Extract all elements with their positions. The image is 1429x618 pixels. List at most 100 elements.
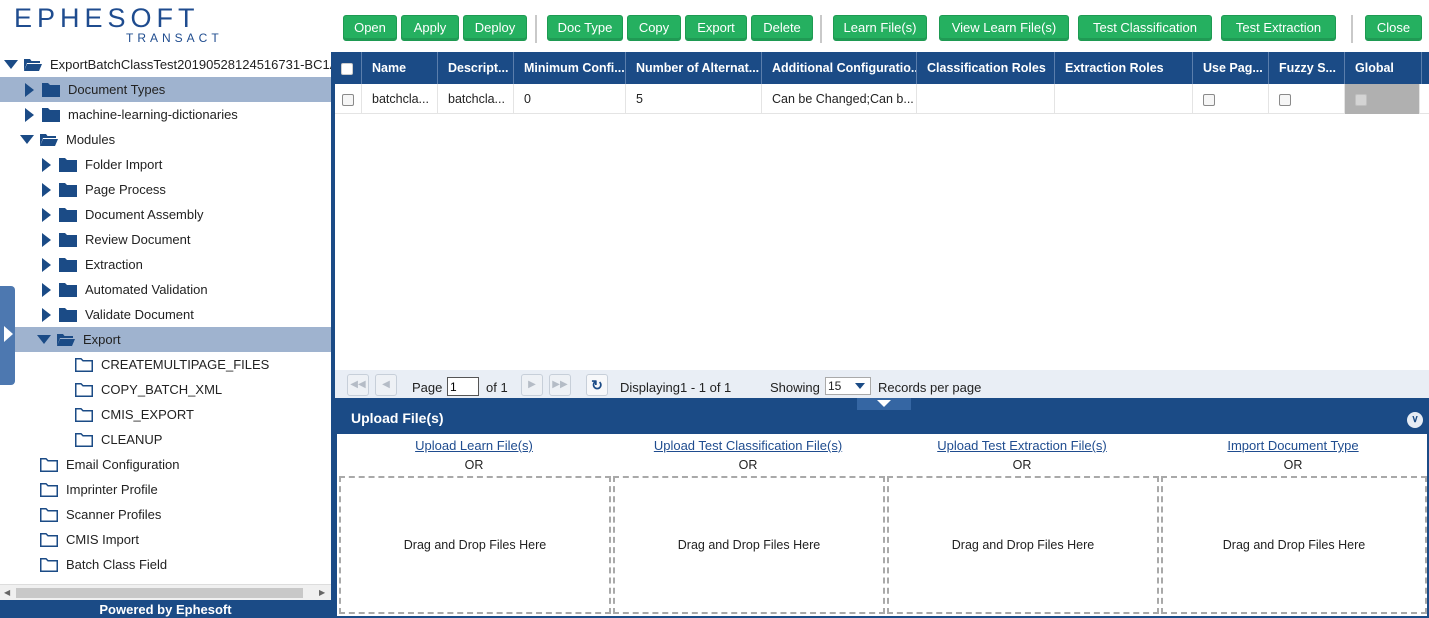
expand-right-icon[interactable] (39, 207, 53, 222)
tree-item-label: Document Types (68, 82, 166, 97)
folder-icon (59, 282, 77, 297)
last-page-icon[interactable]: ▶▶ (549, 374, 571, 396)
row-checkbox[interactable] (342, 93, 354, 106)
cell-name[interactable]: batchcla... (362, 84, 438, 114)
expand-right-icon[interactable] (22, 107, 36, 122)
tree-item-automated-validation[interactable]: Automated Validation (0, 277, 331, 302)
learn-files-button[interactable]: Learn File(s) (833, 15, 927, 41)
apply-button[interactable]: Apply (401, 15, 459, 41)
column-header-classification-roles[interactable]: Classification Roles (917, 52, 1055, 84)
expand-side-panel-tab[interactable] (0, 286, 15, 385)
close-button[interactable]: Close (1365, 15, 1422, 41)
column-header-description[interactable]: Descript... (438, 52, 514, 84)
upload-test-extraction-link[interactable]: Upload Test Extraction File(s) (885, 438, 1159, 453)
drop-zone-test-extraction[interactable]: Drag and Drop Files Here (887, 476, 1159, 614)
column-header-name[interactable]: Name (362, 52, 438, 84)
folder-outline-icon (40, 507, 58, 522)
import-document-type-column: Import Document Type OR Drag and Drop Fi… (1159, 434, 1427, 618)
tree-horizontal-scrollbar[interactable]: ◀ ▶ (0, 584, 331, 600)
tree-item-document-types[interactable]: Document Types (0, 77, 331, 102)
delete-button[interactable]: Delete (751, 15, 813, 41)
tree-item-extraction[interactable]: Extraction (0, 252, 331, 277)
cell-extraction-roles[interactable] (1055, 84, 1193, 114)
page-number-input[interactable] (447, 377, 479, 396)
folder-outline-icon (40, 532, 58, 547)
column-header-extraction-roles[interactable]: Extraction Roles (1055, 52, 1193, 84)
column-header-number-of-alternates[interactable]: Number of Alternat... (626, 52, 762, 84)
refresh-icon[interactable]: ↻ (586, 374, 608, 396)
tree-item-scanner-profiles[interactable]: Scanner Profiles (0, 502, 331, 527)
cell-classification-roles[interactable] (917, 84, 1055, 114)
select-all-checkbox-cell[interactable] (335, 52, 362, 84)
cell-minimum-confidence[interactable]: 0 (514, 84, 626, 114)
column-header-fuzzy-search[interactable]: Fuzzy S... (1269, 52, 1345, 84)
tree-item-machine-learning-dictionaries[interactable]: machine-learning-dictionaries (0, 102, 331, 127)
use-page-checkbox[interactable] (1203, 93, 1215, 106)
test-classification-button[interactable]: Test Classification (1078, 15, 1212, 41)
tree-item-cmis-export[interactable]: CMIS_EXPORT (0, 402, 331, 427)
tree-item-cmis-import[interactable]: CMIS Import (0, 527, 331, 552)
scroll-right-icon[interactable]: ▶ (319, 588, 325, 597)
previous-page-icon[interactable]: ◀ (375, 374, 397, 396)
logo-main-text: EPHESOFT (14, 3, 200, 33)
cell-description[interactable]: batchcla... (438, 84, 514, 114)
export-button[interactable]: Export (685, 15, 747, 41)
deploy-button[interactable]: Deploy (463, 15, 527, 41)
view-learn-files-button[interactable]: View Learn File(s) (939, 15, 1069, 41)
toggle-upload-panel[interactable] (857, 398, 911, 410)
cell-use-page[interactable] (1193, 84, 1269, 114)
row-checkbox-cell[interactable] (335, 84, 362, 114)
tree-item-cleanup[interactable]: CLEANUP (0, 427, 331, 452)
select-all-checkbox[interactable] (341, 62, 353, 75)
fuzzy-search-checkbox[interactable] (1279, 93, 1291, 106)
drop-zone-test-classification[interactable]: Drag and Drop Files Here (613, 476, 885, 614)
scrollbar-thumb[interactable] (16, 588, 303, 598)
expand-down-icon[interactable] (20, 133, 34, 147)
column-header-additional-configuration[interactable]: Additional Configuratio... (762, 52, 917, 84)
or-label: OR (738, 458, 758, 472)
open-button[interactable]: Open (343, 15, 397, 41)
tree-item-batch-class-field[interactable]: Batch Class Field (0, 552, 331, 577)
drop-zone-import-document-type[interactable]: Drag and Drop Files Here (1161, 476, 1427, 614)
drop-zone-learn-files[interactable]: Drag and Drop Files Here (339, 476, 611, 614)
tree-item-email-configuration[interactable]: Email Configuration (0, 452, 331, 477)
doc-type-button[interactable]: Doc Type (547, 15, 623, 41)
expand-down-icon[interactable] (37, 333, 51, 347)
copy-button[interactable]: Copy (627, 15, 681, 41)
expand-right-icon[interactable] (39, 232, 53, 247)
import-document-type-link[interactable]: Import Document Type (1159, 438, 1427, 453)
expand-right-icon[interactable] (39, 182, 53, 197)
tree-item-validate-document[interactable]: Validate Document (0, 302, 331, 327)
upload-test-classification-link[interactable]: Upload Test Classification File(s) (611, 438, 885, 453)
tree-item-page-process[interactable]: Page Process (0, 177, 331, 202)
upload-learn-files-link[interactable]: Upload Learn File(s) (337, 438, 611, 453)
expand-right-icon[interactable] (39, 157, 53, 172)
column-header-global[interactable]: Global (1345, 52, 1422, 84)
tree-item-export[interactable]: Export (0, 327, 331, 352)
tree-item-folder-import[interactable]: Folder Import (0, 152, 331, 177)
expand-right-icon[interactable] (39, 257, 53, 272)
expand-right-icon[interactable] (39, 307, 53, 322)
column-header-use-page[interactable]: Use Pag... (1193, 52, 1269, 84)
cell-fuzzy-search[interactable] (1269, 84, 1345, 114)
expand-right-icon[interactable] (39, 282, 53, 297)
scroll-left-icon[interactable]: ◀ (4, 588, 10, 597)
tree-item-review-document[interactable]: Review Document (0, 227, 331, 252)
cell-number-of-alternates[interactable]: 5 (626, 84, 762, 114)
expand-right-icon[interactable] (22, 82, 36, 97)
tree-item-createmultipage-files[interactable]: CREATEMULTIPAGE_FILES (0, 352, 331, 377)
table-row[interactable]: batchcla... batchcla... 0 5 Can be Chang… (335, 84, 1429, 114)
tree-item-copy-batch-xml[interactable]: COPY_BATCH_XML (0, 377, 331, 402)
tree-item-document-assembly[interactable]: Document Assembly (0, 202, 331, 227)
test-extraction-button[interactable]: Test Extraction (1221, 15, 1336, 41)
cell-additional-configuration[interactable]: Can be Changed;Can b... (762, 84, 917, 114)
tree-root[interactable]: ExportBatchClassTest20190528124516731-BC… (0, 52, 331, 77)
records-per-page-select[interactable]: 15 (825, 377, 871, 395)
tree-item-imprinter-profile[interactable]: Imprinter Profile (0, 477, 331, 502)
tree-item-modules[interactable]: Modules (0, 127, 331, 152)
expand-down-icon[interactable] (4, 58, 18, 72)
column-header-minimum-confidence[interactable]: Minimum Confi... (514, 52, 626, 84)
next-page-icon[interactable]: ▶ (521, 374, 543, 396)
collapse-panel-icon[interactable]: ∨ (1407, 412, 1423, 428)
first-page-icon[interactable]: ◀◀ (347, 374, 369, 396)
